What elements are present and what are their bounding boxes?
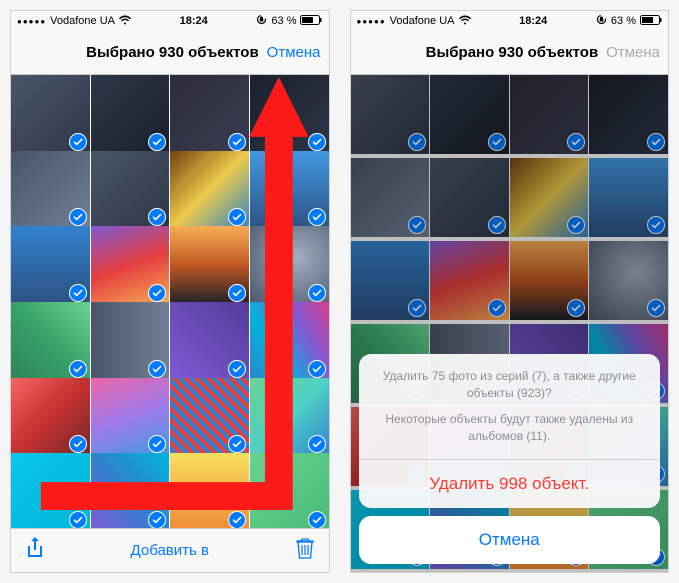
photo-thumbnail[interactable] — [170, 226, 249, 305]
selected-checkmark-icon — [148, 284, 166, 302]
selected-checkmark-icon — [69, 208, 87, 226]
photo-thumbnail[interactable] — [250, 453, 329, 528]
carrier-label: Vodafone UA — [390, 15, 455, 27]
photo-thumbnail[interactable] — [170, 151, 249, 230]
share-icon[interactable] — [25, 536, 45, 565]
trash-icon[interactable] — [295, 536, 315, 565]
photo-thumbnail[interactable] — [170, 453, 249, 528]
selected-checkmark-icon — [308, 284, 326, 302]
selected-checkmark-icon — [69, 360, 87, 378]
photo-thumbnail[interactable] — [91, 226, 170, 305]
photo-thumbnail[interactable] — [91, 453, 170, 528]
selected-checkmark-icon — [148, 360, 166, 378]
photo-thumbnail[interactable] — [11, 226, 90, 305]
selected-checkmark-icon — [308, 511, 326, 528]
toolbar: Добавить в — [11, 528, 329, 572]
photo-thumbnail[interactable] — [250, 378, 329, 457]
orientation-lock-icon — [256, 14, 267, 28]
photo-thumbnail[interactable] — [91, 302, 170, 381]
status-time: 18:24 — [519, 15, 547, 27]
photo-thumbnail[interactable] — [170, 75, 249, 154]
signal-dots-icon: ●●●●● — [17, 17, 46, 26]
action-sheet: Удалить 75 фото из серий (7), а также др… — [359, 354, 661, 564]
photo-thumbnail[interactable] — [11, 151, 90, 230]
photo-thumbnail[interactable] — [11, 453, 90, 528]
status-time: 18:24 — [180, 15, 208, 27]
cancel-button[interactable]: Отмена — [359, 516, 661, 564]
photo-thumbnail[interactable] — [250, 226, 329, 305]
signal-dots-icon: ●●●●● — [357, 17, 386, 26]
nav-bar: Выбрано 930 объектов Отмена — [11, 31, 329, 75]
carrier-label: Vodafone UA — [50, 15, 115, 27]
action-sheet-message: Удалить 75 фото из серий (7), а также др… — [359, 354, 661, 408]
photo-thumbnail[interactable] — [91, 378, 170, 457]
battery-pct: 63 % — [271, 15, 296, 27]
photo-thumbnail[interactable] — [91, 151, 170, 230]
phone-left: ●●●●● Vodafone UA 18:24 63 % Выбрано 930… — [10, 10, 330, 573]
selected-checkmark-icon — [69, 435, 87, 453]
photo-thumbnail[interactable] — [250, 75, 329, 154]
nav-bar: Выбрано 930 объектов Отмена — [351, 31, 669, 75]
battery-icon — [640, 15, 662, 28]
photo-grid[interactable] — [11, 75, 329, 528]
battery-pct: 63 % — [611, 15, 636, 27]
selected-checkmark-icon — [308, 208, 326, 226]
wifi-icon — [119, 15, 131, 28]
nav-cancel-button: Отмена — [606, 44, 660, 61]
nav-title: Выбрано 930 объектов — [19, 44, 267, 61]
phone-right: ●●●●● Vodafone UA 18:24 63 % Выбрано 930… — [350, 10, 670, 573]
status-bar: ●●●●● Vodafone UA 18:24 63 % — [11, 11, 329, 31]
nav-cancel-button[interactable]: Отмена — [267, 44, 321, 61]
selected-checkmark-icon — [148, 511, 166, 528]
selected-checkmark-icon — [148, 435, 166, 453]
add-to-button[interactable]: Добавить в — [131, 542, 209, 559]
action-sheet-group: Удалить 75 фото из серий (7), а также др… — [359, 354, 661, 508]
selected-checkmark-icon — [69, 511, 87, 528]
selected-checkmark-icon — [148, 133, 166, 151]
selected-checkmark-icon — [69, 284, 87, 302]
selected-checkmark-icon — [69, 133, 87, 151]
selected-checkmark-icon — [308, 133, 326, 151]
photo-thumbnail[interactable] — [11, 302, 90, 381]
orientation-lock-icon — [596, 14, 607, 28]
battery-icon — [300, 15, 322, 28]
selected-checkmark-icon — [228, 511, 246, 528]
selected-checkmark-icon — [308, 360, 326, 378]
photo-thumbnail[interactable] — [11, 75, 90, 154]
photo-thumbnail[interactable] — [170, 378, 249, 457]
selected-checkmark-icon — [228, 284, 246, 302]
selected-checkmark-icon — [228, 435, 246, 453]
selected-checkmark-icon — [228, 133, 246, 151]
photo-thumbnail[interactable] — [91, 75, 170, 154]
photo-thumbnail[interactable] — [170, 302, 249, 381]
delete-button[interactable]: Удалить 998 объект. — [359, 460, 661, 508]
photo-thumbnail[interactable] — [250, 302, 329, 381]
action-sheet-submessage: Некоторые объекты будут также удалены из… — [359, 407, 661, 459]
wifi-icon — [459, 15, 471, 28]
selected-checkmark-icon — [148, 208, 166, 226]
nav-title: Выбрано 930 объектов — [359, 44, 607, 61]
selected-checkmark-icon — [308, 435, 326, 453]
status-bar: ●●●●● Vodafone UA 18:24 63 % — [351, 11, 669, 31]
selected-checkmark-icon — [228, 208, 246, 226]
photo-thumbnail[interactable] — [11, 378, 90, 457]
photo-thumbnail[interactable] — [250, 151, 329, 230]
selected-checkmark-icon — [228, 360, 246, 378]
